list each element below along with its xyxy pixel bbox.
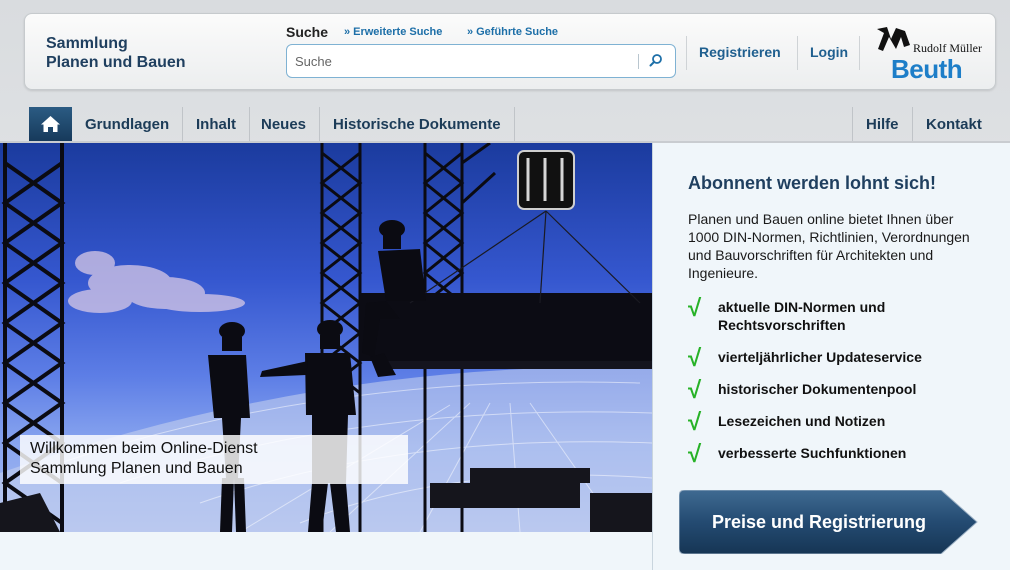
register-link[interactable]: Registrieren: [699, 44, 781, 60]
pricing-registration-button[interactable]: Preise und Registrierung: [679, 490, 979, 554]
brand-line-1: Sammlung: [46, 35, 128, 52]
nav-item-neues[interactable]: Neues: [248, 107, 321, 142]
raquo-icon: »: [467, 26, 474, 38]
checkmark-icon: √: [688, 295, 702, 322]
site-brand[interactable]: Sammlung Planen und Bauen: [46, 34, 186, 72]
feature-item: √ verbesserte Suchfunktionen: [688, 443, 998, 467]
feature-item: √ aktuelle DIN-Normen und Rechtsvorschri…: [688, 295, 998, 334]
nav-item-inhalt[interactable]: Inhalt: [183, 107, 250, 142]
header-divider: [859, 36, 860, 70]
feature-text: historischer Dokumentenpool: [718, 381, 917, 397]
checkmark-icon: √: [688, 409, 702, 436]
nav-item-historische-dokumente[interactable]: Historische Dokumente: [320, 107, 515, 142]
search-icon: [649, 53, 662, 66]
login-link[interactable]: Login: [810, 44, 848, 60]
search-label: Suche: [286, 24, 329, 40]
feature-text: vierteljährlicher Updateservice: [718, 349, 922, 365]
checkmark-icon: √: [688, 377, 702, 404]
main-nav: Grundlagen Inhalt Neues Historische Doku…: [0, 107, 1010, 143]
feature-item: √ Lesezeichen und Notizen: [688, 411, 998, 435]
content-background: [0, 532, 652, 570]
home-button[interactable]: [29, 107, 72, 142]
feature-list: √ aktuelle DIN-Normen und Rechtsvorschri…: [688, 295, 998, 467]
checkmark-icon: √: [688, 345, 702, 372]
raquo-icon: »: [344, 26, 351, 38]
subscription-panel: Abonnent werden lohnt sich! Planen und B…: [652, 143, 1010, 570]
panel-intro: Planen und Bauen online bietet Ihnen übe…: [688, 211, 970, 281]
feature-text: aktuelle DIN-Normen und Rechtsvorschrift…: [718, 299, 886, 333]
nav-item-kontakt[interactable]: Kontakt: [912, 107, 995, 142]
panel-title: Abonnent werden lohnt sich!: [688, 173, 936, 193]
header-divider: [686, 36, 687, 70]
feature-item: √ vierteljährlicher Updateservice: [688, 347, 998, 371]
hero-caption-line-2: Sammlung Planen und Bauen: [30, 460, 243, 477]
hero-caption: Willkommen beim Online-Dienst Sammlung P…: [20, 435, 408, 484]
header: Sammlung Planen und Bauen Suche » Erweite…: [24, 13, 996, 90]
hero-image: Willkommen beim Online-Dienst Sammlung P…: [0, 143, 652, 532]
feature-text: Lesezeichen und Notizen: [718, 413, 886, 429]
beuth-logo[interactable]: Beuth: [891, 54, 963, 85]
home-icon: [41, 116, 60, 132]
cta-label: Preise und Registrierung: [711, 512, 927, 532]
brand-line-2: Planen und Bauen: [46, 54, 186, 71]
nav-item-hilfe[interactable]: Hilfe: [852, 107, 912, 142]
feature-item: √ historischer Dokumentenpool: [688, 379, 998, 403]
header-divider: [797, 36, 798, 70]
checkmark-icon: √: [688, 441, 702, 468]
hero-caption-line-1: Willkommen beim Online-Dienst: [30, 440, 258, 457]
feature-text: verbesserte Suchfunktionen: [718, 445, 907, 461]
search-box: [286, 44, 676, 78]
search-button[interactable]: [642, 48, 670, 74]
search-separator: [638, 54, 639, 69]
guided-search-link[interactable]: » Geführte Suche: [467, 26, 558, 38]
search-input[interactable]: [288, 46, 633, 76]
extended-search-link[interactable]: » Erweiterte Suche: [344, 26, 442, 38]
nav-item-grundlagen[interactable]: Grundlagen: [72, 107, 184, 142]
